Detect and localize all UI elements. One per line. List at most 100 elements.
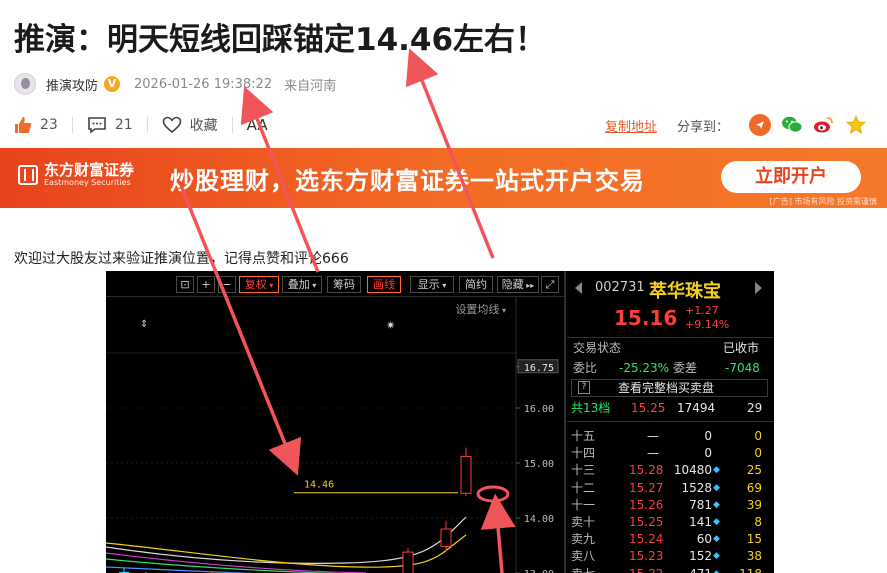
stock-screenshot: ⊡ + − 复权 ▾ 叠加 ▾ 筹码 画线 显示 ▾ 简约 隐藏 ▸▸ ⤢ 设置… xyxy=(106,271,774,573)
favorite-label: 收藏 xyxy=(189,118,218,134)
orderbook-row: 十四 — 0 0 xyxy=(567,444,774,462)
level-price: 15.26 xyxy=(629,497,664,512)
level-volume: 471 xyxy=(689,565,712,573)
article-meta: 推演攻防 V 2026-01-26 19:38:22 来自河南 xyxy=(14,72,336,96)
level-change-icon: ◆ xyxy=(713,499,720,510)
level-change-icon: ◆ xyxy=(713,534,720,545)
level-count: 38 xyxy=(746,549,762,564)
font-size-button[interactable]: AA xyxy=(247,116,268,134)
ad-disclaimer: [广告] 市场有风险 投资需谨慎 xyxy=(769,197,877,206)
wechat-icon[interactable] xyxy=(781,114,803,136)
help-icon: ? xyxy=(578,381,590,394)
level-volume: 0 xyxy=(704,446,712,461)
change-abs: +1.27 xyxy=(685,304,719,317)
support-line-label: 14.46 xyxy=(304,480,334,491)
marker-sparkle-1: ⇕ xyxy=(140,319,148,330)
panel-divider xyxy=(564,271,566,573)
y-tick-label: 16.00 xyxy=(524,404,554,415)
level-label: 卖九 xyxy=(571,532,596,547)
prev-stock-icon[interactable] xyxy=(575,282,582,294)
comment-count: 21 xyxy=(114,117,133,133)
level-count: 25 xyxy=(746,463,762,478)
divider xyxy=(146,117,148,133)
draw-line-button[interactable]: 画线 xyxy=(367,276,401,293)
level-price: 15.27 xyxy=(629,480,664,495)
level-label: 十二 xyxy=(571,480,596,495)
level-count: 0 xyxy=(754,446,762,461)
candle-body xyxy=(460,455,472,494)
level-label: 卖七 xyxy=(571,565,595,573)
next-stock-icon[interactable] xyxy=(755,282,762,294)
copy-link[interactable]: 复制地址 xyxy=(605,116,657,135)
orderbook-row: 卖九 15.24 60 ◆ 15 xyxy=(567,530,774,548)
level-count: 15 xyxy=(746,532,762,547)
weibo-icon[interactable] xyxy=(813,114,835,136)
level-count: 8 xyxy=(754,515,762,529)
orderbook-row: 卖十 15.25 141 ◆ 8 xyxy=(567,513,774,531)
verified-badge-icon: V xyxy=(104,76,121,92)
hide-button[interactable]: 隐藏 ▸▸ xyxy=(497,276,539,293)
kline-svg: ⇕ ✷ 16.75 16.00 15.00 14.00 13.00 14.46 xyxy=(106,297,559,573)
simple-button[interactable]: 简约 xyxy=(459,276,493,293)
post-location: 来自河南 xyxy=(284,78,337,94)
orderbook-row: 十二 15.27 1528 ◆ 69 xyxy=(567,479,774,497)
y-tick-label: 14.00 xyxy=(524,514,554,525)
share-bar: 复制地址 分享到： xyxy=(605,113,867,137)
change-pct: +9.14% xyxy=(685,318,730,331)
lock-icon[interactable]: ⊡ xyxy=(176,276,194,293)
y-tick-label: 15.00 xyxy=(524,459,554,470)
like-button[interactable]: 23 xyxy=(14,116,58,134)
thumbs-up-icon xyxy=(15,117,32,133)
level-count: 39 xyxy=(746,497,762,512)
ad-slogan: 炒股理财，选东方财富证券一站式开户交易 xyxy=(170,167,645,195)
display-button[interactable]: 显示 ▾ xyxy=(410,276,454,293)
author-name[interactable]: 推演攻防 xyxy=(46,75,98,94)
trade-status-row: 交易状态 已收市 xyxy=(573,341,760,355)
level-label: 十四 xyxy=(571,446,596,461)
ma60-line xyxy=(106,566,258,573)
logo-en: Eastmoney Securities xyxy=(44,178,131,187)
level-count: 118 xyxy=(739,565,762,573)
quote-panel: 002731 萃华珠宝 15.16 +1.27 +9.14% 交易状态 已收市 … xyxy=(567,271,774,573)
level-label: 卖十 xyxy=(571,515,596,529)
total-levels-row: 共13档 15.25 17494 29 xyxy=(571,401,763,415)
y-tick-label: 13.00 xyxy=(524,569,554,573)
level-change-icon: ◆ xyxy=(713,482,720,493)
price-change: +1.27 +9.14% xyxy=(685,304,729,332)
level-label: 十三 xyxy=(571,463,596,478)
level-price: 15.22 xyxy=(629,565,663,573)
comment-icon xyxy=(88,117,106,134)
chips-button[interactable]: 筹码 xyxy=(327,276,361,293)
divider xyxy=(71,117,73,133)
share-feed-icon[interactable] xyxy=(749,114,771,136)
view-full-orderbook-button[interactable]: ? 查看完整档买卖盘 xyxy=(571,379,768,397)
level-volume: 152 xyxy=(689,549,712,564)
zoom-out-icon[interactable]: − xyxy=(218,276,236,293)
level-change-icon: ◆ xyxy=(713,565,720,573)
qzone-star-icon[interactable] xyxy=(845,114,867,136)
overlay-button[interactable]: 叠加 ▾ xyxy=(282,276,322,293)
level-change-icon: ◆ xyxy=(713,517,720,527)
level-price: 15.24 xyxy=(629,532,664,547)
level-volume: 60 xyxy=(696,532,712,547)
level-count: 0 xyxy=(754,429,762,443)
level-label: 卖八 xyxy=(571,549,596,564)
level-price: 15.25 xyxy=(629,515,664,529)
broker-ad-banner[interactable]: 东方财富证券 Eastmoney Securities 炒股理财，选东方财富证券… xyxy=(0,148,887,208)
stock-name: 萃华珠宝 xyxy=(649,281,721,302)
level-volume: 0 xyxy=(704,429,712,443)
open-account-button[interactable]: 立即开户 xyxy=(721,161,861,193)
favorite-button[interactable]: 收藏 xyxy=(162,115,218,135)
zoom-in-icon[interactable]: + xyxy=(197,276,215,293)
fullscreen-icon[interactable]: ⤢ xyxy=(541,276,559,293)
divider xyxy=(231,117,233,133)
stock-code: 002731 xyxy=(595,280,645,295)
fuquan-button[interactable]: 复权 ▾ xyxy=(239,276,279,293)
level-label: 十五 xyxy=(571,429,596,443)
author-avatar[interactable] xyxy=(14,73,36,95)
comment-button[interactable]: 21 xyxy=(87,116,133,134)
eastmoney-logo-icon xyxy=(18,165,38,185)
kline-chart[interactable]: 设置均线 ▾ ⇕ ✷ 16.7516.0015.0014.0013.00 14.… xyxy=(106,297,564,573)
eastmoney-logo: 东方财富证券 Eastmoney Securities xyxy=(18,162,134,188)
share-label: 分享到： xyxy=(676,119,729,135)
